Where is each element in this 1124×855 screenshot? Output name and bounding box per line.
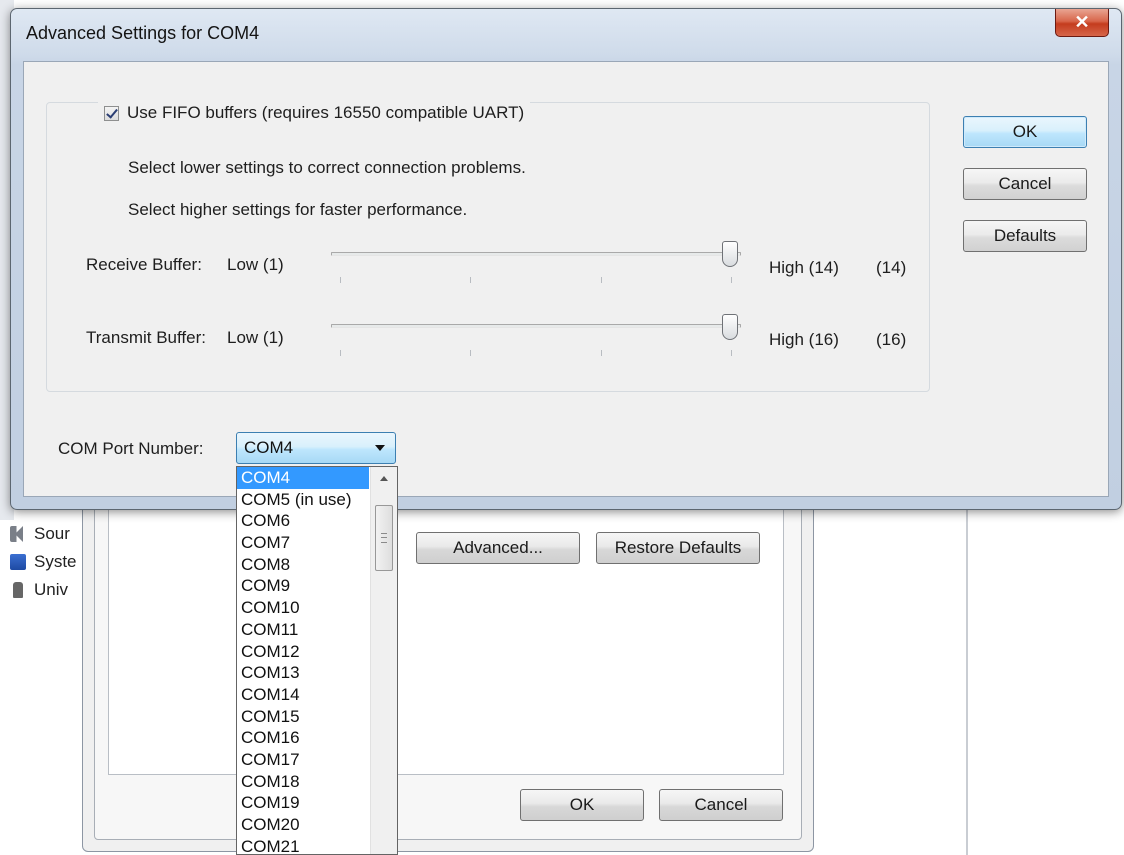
close-icon: ✕ (1074, 12, 1090, 32)
com-port-options: COM4 COM5 (in use) COM6 COM7 COM8 COM9 COM10 CO… (237, 467, 369, 854)
com-port-option[interactable]: COM13 (237, 662, 369, 684)
com-port-option[interactable]: COM14 (237, 684, 369, 706)
cancel-button[interactable]: Cancel (963, 168, 1087, 200)
com-port-option[interactable]: COM19 (237, 792, 369, 814)
slider-tick (731, 350, 732, 356)
dialog-title: Advanced Settings for COM4 (26, 23, 260, 43)
dropdown-scrollbar[interactable] (370, 467, 397, 854)
com-port-option[interactable]: COM8 (237, 554, 369, 576)
receive-high-label: High (14) (769, 258, 839, 277)
com-port-option[interactable]: COM17 (237, 749, 369, 771)
chevron-down-icon[interactable] (375, 445, 385, 451)
slider-tick (340, 350, 341, 356)
tree-item-usb[interactable]: Univ (10, 579, 68, 601)
scrollbar-thumb[interactable] (375, 505, 393, 571)
com-port-option[interactable]: COM18 (237, 771, 369, 793)
hint-lower: Select lower settings to correct connect… (128, 158, 526, 177)
com-port-option[interactable]: COM7 (237, 532, 369, 554)
com-port-option[interactable]: COM9 (237, 575, 369, 597)
tree-item-label: Syste (34, 552, 77, 571)
transmit-low-label: Low (1) (227, 328, 284, 347)
restore-defaults-button[interactable]: Restore Defaults (596, 532, 760, 564)
transmit-high-label: High (16) (769, 330, 839, 349)
slider-tick (731, 277, 732, 283)
tree-item-sound[interactable]: Sour (10, 523, 70, 545)
com-port-combobox[interactable]: COM4 (236, 432, 396, 464)
hint-higher: Select higher settings for faster perfor… (128, 200, 468, 219)
receive-slider-thumb[interactable] (722, 241, 738, 267)
com-port-option[interactable]: COM20 (237, 814, 369, 836)
fifo-checkbox[interactable] (104, 105, 119, 121)
com-port-dropdown-list[interactable]: COM4 COM5 (in use) COM6 COM7 COM8 COM9 COM10 CO… (236, 466, 398, 855)
transmit-slider-track[interactable] (331, 324, 741, 328)
window-divider (966, 505, 968, 855)
com-port-option[interactable]: COM15 (237, 706, 369, 728)
com-port-selected-value: COM4 (244, 438, 294, 457)
ok-button[interactable]: OK (963, 116, 1087, 148)
com-port-label: COM Port Number: (58, 439, 204, 458)
slider-tick (340, 277, 341, 283)
com-port-option[interactable]: COM16 (237, 727, 369, 749)
speaker-icon (10, 526, 26, 542)
receive-value: (14) (876, 258, 907, 277)
slider-tick (470, 350, 471, 356)
slider-tick (601, 277, 602, 283)
tree-item-label: Univ (34, 580, 69, 599)
fifo-checkbox-row[interactable]: Use FIFO buffers (requires 16550 compati… (98, 100, 531, 126)
properties-ok-button[interactable]: OK (520, 789, 644, 821)
defaults-button[interactable]: Defaults (963, 220, 1087, 252)
scroll-up-arrow-icon[interactable] (371, 467, 397, 489)
slider-tick (601, 350, 602, 356)
slider-tick (470, 277, 471, 283)
receive-low-label: Low (1) (227, 255, 284, 274)
tree-item-system[interactable]: Syste (10, 551, 77, 573)
com-port-option[interactable]: COM4 (237, 467, 369, 489)
com-port-option[interactable]: COM11 (237, 619, 369, 641)
com-port-option[interactable]: COM5 (in use) (237, 489, 369, 511)
com-port-option[interactable]: COM21 (237, 836, 369, 854)
transmit-buffer-label: Transmit Buffer: (86, 328, 206, 347)
tree-item-label: Sour (34, 524, 70, 543)
fifo-checkbox-label: Use FIFO buffers (requires 16550 compati… (127, 103, 525, 122)
computer-icon (10, 554, 26, 570)
properties-cancel-button[interactable]: Cancel (659, 789, 783, 821)
transmit-slider-thumb[interactable] (722, 314, 738, 340)
com-port-option[interactable]: COM12 (237, 641, 369, 663)
receive-slider-track[interactable] (331, 252, 741, 256)
usb-icon (13, 582, 23, 598)
receive-buffer-label: Receive Buffer: (86, 255, 202, 274)
close-button[interactable]: ✕ (1055, 9, 1109, 37)
transmit-value: (16) (876, 330, 907, 349)
com-port-option[interactable]: COM6 (237, 510, 369, 532)
com-port-option[interactable]: COM10 (237, 597, 369, 619)
advanced-button[interactable]: Advanced... (416, 532, 580, 564)
